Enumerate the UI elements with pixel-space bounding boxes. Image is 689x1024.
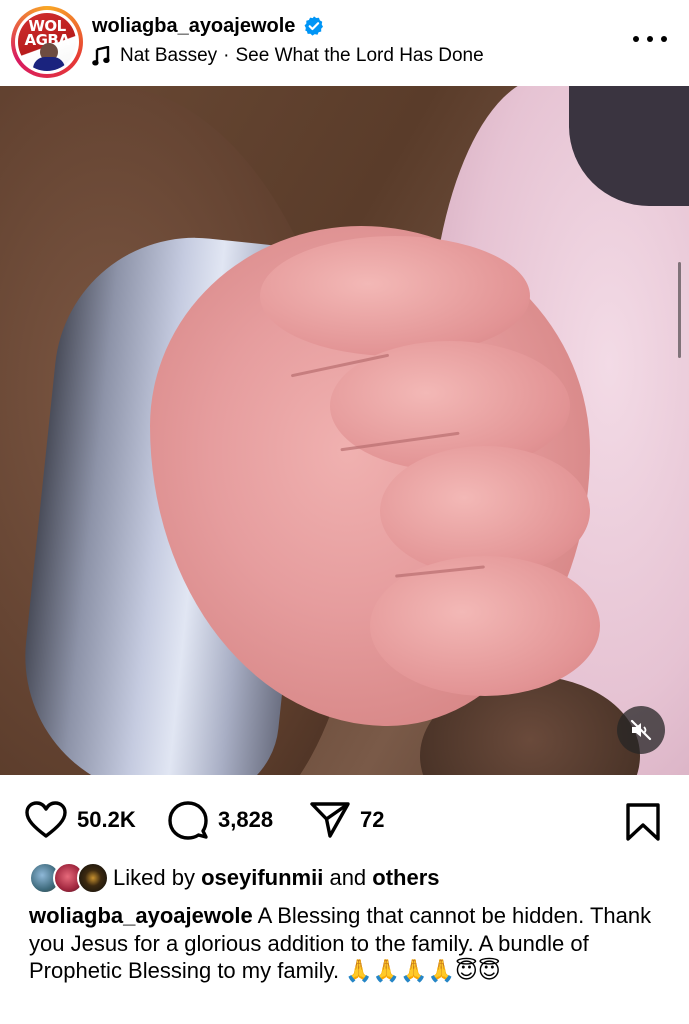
post-caption: woliagba_ayoajewole A Blessing that cann…: [29, 902, 669, 986]
baby-finger: [370, 556, 600, 696]
avatar-image: WOL AGBA: [18, 13, 76, 71]
share-count[interactable]: 72: [360, 807, 384, 833]
heart-icon: [25, 801, 67, 838]
username[interactable]: woliagba_ayoajewole: [92, 15, 295, 38]
story-ring[interactable]: WOL AGBA: [11, 6, 83, 78]
like-count[interactable]: 50.2K: [77, 807, 136, 833]
music-artist[interactable]: Nat Bassey: [120, 45, 217, 67]
liked-by-user[interactable]: oseyifunmii: [201, 865, 323, 891]
action-bar: 50.2K 3,828 72: [0, 775, 689, 863]
mute-button[interactable]: [617, 706, 665, 754]
comment-count[interactable]: 3,828: [218, 807, 273, 833]
liker-avatar: [77, 862, 109, 894]
post-header: WOL AGBA woliagba_ayoajewole Nat Bassey …: [0, 0, 689, 86]
share-icon: [310, 802, 350, 838]
baby-finger: [260, 236, 530, 356]
scroll-indicator: [678, 262, 681, 358]
like-button[interactable]: 50.2K: [25, 800, 136, 840]
music-note-icon: [92, 46, 110, 66]
more-dot: [633, 36, 639, 42]
save-button[interactable]: [624, 802, 662, 842]
liked-by-prefix: Liked by: [113, 865, 195, 890]
music-row[interactable]: Nat Bassey · See What the Lord Has Done: [92, 44, 484, 68]
caption-emojis: 🙏🙏🙏🙏😇😇: [345, 959, 501, 984]
verified-badge-icon: [304, 16, 324, 36]
avatar[interactable]: WOL AGBA: [15, 10, 79, 74]
liked-by-and: and: [329, 865, 367, 890]
more-dot: [661, 36, 667, 42]
caption-username[interactable]: woliagba_ayoajewole: [29, 903, 253, 928]
username-row: woliagba_ayoajewole: [92, 13, 325, 39]
avatar-body: [33, 57, 65, 71]
music-separator: ·: [223, 45, 230, 66]
more-dot: [647, 36, 653, 42]
liked-by-others[interactable]: others: [372, 865, 439, 891]
post-media[interactable]: [0, 86, 689, 775]
more-options-icon[interactable]: [633, 28, 667, 50]
liker-avatars[interactable]: [29, 862, 109, 894]
share-button[interactable]: 72: [310, 800, 384, 840]
comment-button[interactable]: 3,828: [168, 800, 273, 840]
bookmark-icon: [626, 803, 660, 841]
liked-by-row[interactable]: Liked by oseyifunmii and others: [29, 860, 440, 896]
speaker-muted-icon: [630, 719, 652, 741]
music-song[interactable]: See What the Lord Has Done: [235, 45, 483, 67]
comment-icon: [168, 801, 208, 840]
